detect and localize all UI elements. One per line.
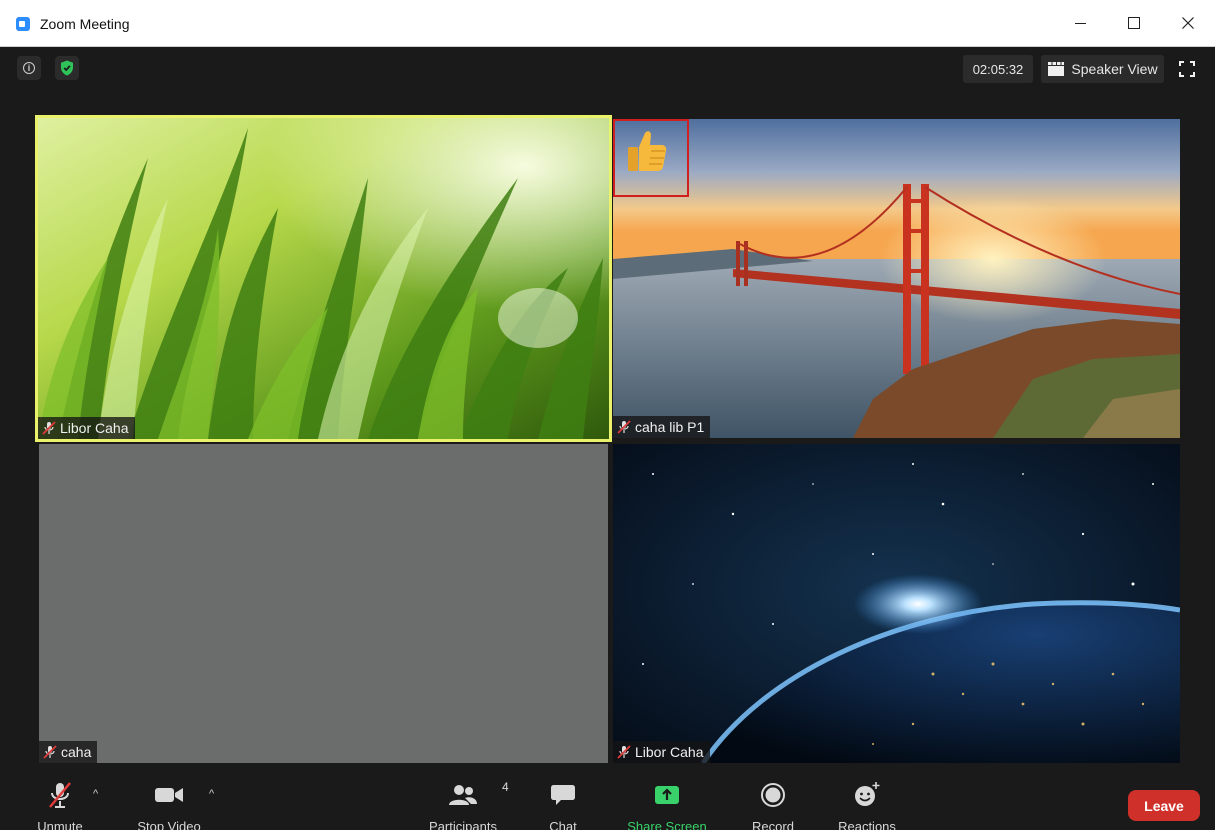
video-tile-active-speaker[interactable]: Libor Caha	[35, 115, 612, 442]
fullscreen-button[interactable]	[1176, 58, 1198, 80]
meeting-toolbar: Unmute ^ Stop Video ^ 4 Participants Cha…	[0, 766, 1215, 830]
highlighted-reaction-box	[613, 119, 689, 197]
maximize-icon	[1128, 17, 1140, 29]
muted-mic-icon	[42, 421, 56, 435]
maximize-button[interactable]	[1107, 0, 1161, 46]
reactions-label: Reactions	[838, 819, 896, 830]
share-screen-button[interactable]: Share Screen	[625, 780, 709, 830]
participant-name: Libor Caha	[60, 420, 129, 436]
zoom-camera-icon	[16, 17, 30, 31]
chat-button[interactable]: Chat	[545, 780, 581, 830]
reactions-button[interactable]: Reactions	[835, 780, 899, 830]
video-options-chevron-icon[interactable]: ^	[209, 788, 221, 800]
participant-name: caha	[61, 744, 92, 760]
bridge-background	[613, 119, 1180, 438]
grass-background	[38, 118, 609, 439]
muted-mic-icon	[617, 745, 631, 759]
record-label: Record	[752, 819, 794, 830]
video-tile[interactable]: caha	[39, 444, 608, 763]
participant-name-tag: caha	[39, 741, 98, 763]
chat-icon	[551, 785, 575, 805]
security-button[interactable]	[55, 56, 79, 80]
meeting-top-bar: i 02:05:32 Speaker View	[0, 47, 1215, 93]
participants-button[interactable]: 4 Participants	[425, 780, 509, 830]
stop-video-label: Stop Video	[137, 819, 201, 830]
video-tile[interactable]: Libor Caha	[613, 444, 1180, 763]
chat-label: Chat	[549, 819, 577, 830]
close-icon	[1182, 17, 1194, 29]
fullscreen-icon	[1179, 61, 1195, 77]
participant-name-tag: caha lib P1	[613, 416, 711, 438]
video-tile[interactable]: caha lib P1	[613, 119, 1180, 438]
video-camera-icon	[155, 788, 183, 802]
info-icon: i	[23, 62, 35, 74]
close-button[interactable]	[1161, 0, 1215, 46]
reactions-smiley-icon	[855, 782, 880, 806]
speaker-view-icon	[1048, 62, 1065, 76]
participant-name-tag: Libor Caha	[613, 741, 710, 763]
participant-name: Libor Caha	[635, 744, 704, 760]
zoom-window: Zoom Meeting i 02:05:32 Speaker View Lib…	[0, 0, 1215, 830]
speaker-view-label: Speaker View	[1071, 61, 1158, 77]
leave-button[interactable]: Leave	[1128, 790, 1200, 821]
participants-icon	[449, 785, 477, 805]
participant-name-tag: Libor Caha	[38, 417, 135, 439]
unmute-label: Unmute	[37, 819, 83, 830]
participants-count: 4	[502, 780, 509, 794]
stop-video-button[interactable]: Stop Video	[134, 780, 204, 830]
share-screen-label: Share Screen	[627, 819, 707, 830]
participant-name: caha lib P1	[635, 419, 705, 435]
shield-check-icon	[61, 60, 73, 76]
window-title: Zoom Meeting	[40, 16, 130, 32]
participants-label: Participants	[429, 819, 497, 830]
minimize-button[interactable]	[1053, 0, 1107, 46]
title-bar: Zoom Meeting	[0, 0, 1215, 47]
muted-mic-icon	[43, 745, 57, 759]
record-button[interactable]: Record	[748, 780, 798, 830]
unmute-button[interactable]: Unmute	[33, 780, 87, 830]
meeting-info-button[interactable]: i	[17, 56, 41, 80]
share-screen-icon	[655, 786, 679, 804]
audio-options-chevron-icon[interactable]: ^	[93, 788, 105, 800]
speaker-view-button[interactable]: Speaker View	[1041, 55, 1164, 83]
muted-mic-icon	[49, 782, 71, 808]
minimize-icon	[1074, 22, 1086, 24]
meeting-timer: 02:05:32	[963, 55, 1033, 83]
thumbs-up-icon	[628, 131, 667, 171]
earth-background	[613, 444, 1180, 763]
muted-mic-icon	[617, 420, 631, 434]
record-icon	[761, 783, 785, 807]
